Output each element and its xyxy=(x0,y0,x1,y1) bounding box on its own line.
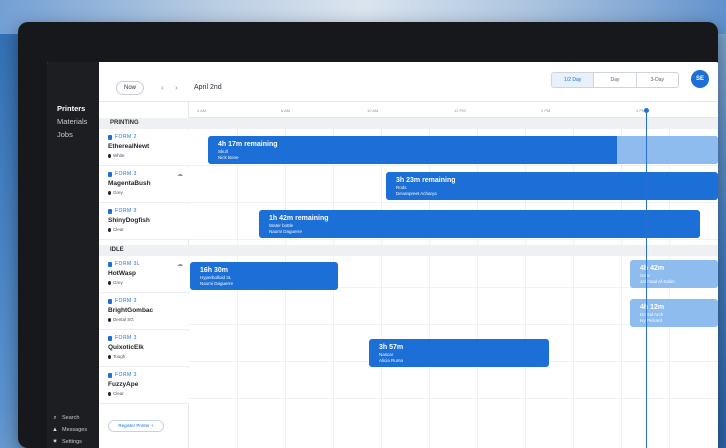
printer-name: EtherealNewt xyxy=(108,143,150,150)
printer-model: FORM 3 xyxy=(108,171,137,177)
printer-name: QuixoticElk xyxy=(108,344,144,351)
printer-name: FuzzyApe xyxy=(108,381,139,388)
printer-model: FORM 3 xyxy=(108,372,137,378)
current-date: April 2nd xyxy=(194,84,222,91)
view-3-day[interactable]: 3-Day xyxy=(635,73,678,87)
tick-label: 2 PM xyxy=(541,108,551,113)
printer-model: FORM 2 xyxy=(108,134,137,140)
job-bar-upcoming[interactable]: 4h 42m Gear Jahmaal Al-Salim xyxy=(630,260,718,288)
resin-drop-icon xyxy=(108,354,111,359)
printer-icon xyxy=(108,298,112,304)
sidebar-search-label: Search xyxy=(62,415,80,421)
top-bar: Now ‹ › April 2nd 1/2 Day Day 3-Day SE xyxy=(99,62,718,102)
tick-label: 6 AM xyxy=(281,108,291,113)
printer-material: Grey xyxy=(108,280,123,285)
printer-row[interactable]: FORM 2 EtherealNewt White xyxy=(99,130,189,166)
printer-model: FORM 3 xyxy=(108,208,137,214)
view-toggle: 1/2 Day Day 3-Day xyxy=(551,72,679,88)
resin-drop-icon xyxy=(108,190,111,195)
printer-model: FORM 3L xyxy=(108,261,140,267)
current-time-line xyxy=(646,110,647,448)
sidebar-item-jobs[interactable]: Jobs xyxy=(57,130,73,139)
printer-name: BrightGombac xyxy=(108,307,154,314)
resin-drop-icon xyxy=(108,153,111,158)
tick-label: 12 PM xyxy=(454,108,466,113)
printer-row[interactable]: FORM 3L ☁ HotWasp Grey xyxy=(99,257,189,293)
printer-icon xyxy=(108,261,112,267)
printer-row[interactable]: FORM 3 ShinyDogfish Clear xyxy=(99,204,189,240)
printer-icon xyxy=(108,208,112,214)
printer-model: FORM 3 xyxy=(108,335,137,341)
resin-drop-icon xyxy=(108,280,111,285)
sidebar-item-materials[interactable]: Materials xyxy=(57,117,87,126)
sidebar: Printers Materials Jobs ⌕ Search ▲ Messa… xyxy=(47,62,99,448)
printer-material: Tough xyxy=(108,354,125,359)
printer-icon xyxy=(108,171,112,177)
user-avatar[interactable]: SE xyxy=(691,70,709,88)
printer-row[interactable]: FORM 3 BrightGombac Dental SG xyxy=(99,294,189,330)
search-icon: ⌕ xyxy=(53,415,57,421)
printer-material: Clear xyxy=(108,227,124,232)
sidebar-settings[interactable]: ✷ Settings xyxy=(52,439,82,445)
section-printing: PRINTING xyxy=(99,118,189,129)
printer-row[interactable]: FORM 3 FuzzyApe Clear xyxy=(99,368,189,404)
now-button[interactable]: Now xyxy=(116,81,144,95)
view-day[interactable]: Day xyxy=(593,73,635,87)
sidebar-item-printers[interactable]: Printers xyxy=(57,104,85,113)
resin-drop-icon xyxy=(108,227,111,232)
tick-label: 4 AM xyxy=(197,108,207,113)
resin-drop-icon xyxy=(108,391,111,396)
section-idle: IDLE xyxy=(99,245,189,256)
tick-label: 10 AM xyxy=(367,108,379,113)
monitor-bezel: Printers Materials Jobs ⌕ Search ▲ Messa… xyxy=(18,22,718,448)
printer-icon xyxy=(108,372,112,378)
register-printer-button[interactable]: Register Printer + xyxy=(108,420,164,432)
printer-icon xyxy=(108,134,112,140)
printer-name: MagentaBush xyxy=(108,180,151,187)
printer-material: Dental SG xyxy=(108,317,134,322)
cloud-icon: ☁ xyxy=(177,172,183,178)
sidebar-messages-label: Messages xyxy=(62,427,88,433)
time-scale: 4 AM 6 AM 10 AM 12 PM 2 PM 4 PM xyxy=(189,102,718,118)
job-bar[interactable]: 3h 57m Nascar Alicia Ruma xyxy=(369,339,549,367)
cloud-icon: ☁ xyxy=(177,262,183,268)
sidebar-settings-label: Settings xyxy=(62,439,82,445)
bell-icon: ▲ xyxy=(52,427,58,433)
job-bar-upcoming[interactable]: 4h 12m Dental Arch Ivy Pickard xyxy=(630,299,718,327)
printer-icon xyxy=(108,335,112,341)
printing-band xyxy=(189,118,718,129)
job-bar[interactable]: 16h 30m Hyperbolloid 3L Naomi Daguerre xyxy=(190,262,338,290)
next-day-button[interactable]: › xyxy=(175,81,178,95)
gear-icon: ✷ xyxy=(52,439,58,445)
printer-name: ShinyDogfish xyxy=(108,217,150,224)
printer-material: White xyxy=(108,153,125,158)
printer-row[interactable]: FORM 3 ☁ MagentaBush Grey xyxy=(99,167,189,203)
printer-material: Grey xyxy=(108,190,123,195)
app-screen: Printers Materials Jobs ⌕ Search ▲ Messa… xyxy=(47,62,718,448)
printer-model: FORM 3 xyxy=(108,298,137,304)
sidebar-messages[interactable]: ▲ Messages xyxy=(52,427,87,433)
prev-day-button[interactable]: ‹ xyxy=(161,81,164,95)
job-bar-upcoming xyxy=(617,136,718,164)
printer-name: HotWasp xyxy=(108,270,136,277)
job-bar[interactable]: 3h 23m remaining Rods Devanpreet Acharya xyxy=(386,172,718,200)
printer-material: Clear xyxy=(108,391,124,396)
sidebar-search[interactable]: ⌕ Search xyxy=(52,415,79,421)
job-bar[interactable]: 1h 42m remaining Water bottle Naomi Dagu… xyxy=(259,210,700,238)
idle-band xyxy=(189,245,718,256)
resin-drop-icon xyxy=(108,317,111,322)
current-time-marker xyxy=(644,108,649,113)
printer-row[interactable]: FORM 3 QuixoticElk Tough xyxy=(99,331,189,367)
view-half-day[interactable]: 1/2 Day xyxy=(552,73,594,87)
